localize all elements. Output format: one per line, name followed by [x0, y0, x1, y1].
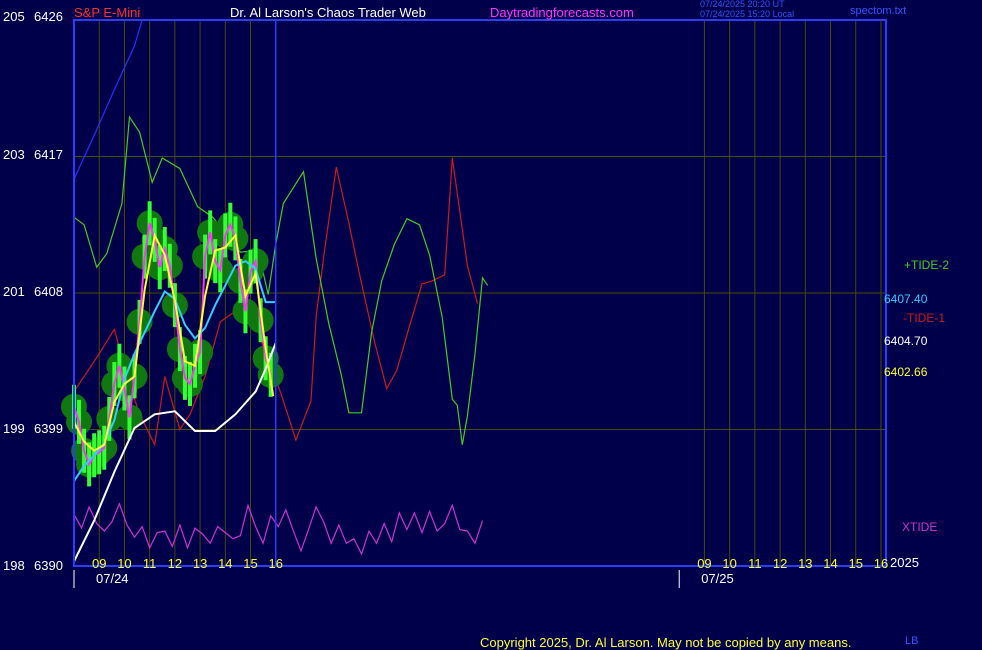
axis-label-deg-1: 203 — [3, 147, 25, 162]
chart-canvas: 09 10 11 12 13 14 15 16 09 10 11 12 13 14 15 16 07/24 07/… — [61, 19, 888, 588]
chart-series-layer — [61, 19, 489, 562]
x-tick-label-12: 13 — [798, 556, 812, 571]
legend-xtide: XTIDE — [902, 520, 938, 534]
instrument-title: S&P E-Mini — [74, 5, 141, 20]
price-label-ma-slow: 6404.70 — [884, 334, 928, 348]
x-tick-label-3: 12 — [168, 556, 182, 571]
date-label-0: 07/24 — [96, 571, 129, 586]
x-tick-label-5: 14 — [218, 556, 232, 571]
chart-grid — [74, 19, 886, 567]
date-label-1: 07/25 — [701, 571, 734, 586]
axis-label-deg-3: 199 — [3, 421, 25, 436]
axis-label-deg-2: 201 — [3, 284, 25, 299]
x-tick-label-0: 09 — [92, 556, 106, 571]
price-label-ma-mid: 6407.40 — [884, 292, 928, 306]
site-title: Dr. Al Larson's Chaos Trader Web — [230, 5, 426, 20]
legend-tide2: +TIDE-2 — [904, 258, 950, 272]
axis-label-price-4: 6390 — [34, 558, 63, 573]
x-axis-ticks: 09 10 11 12 13 14 15 16 09 10 11 12 13 14 15 16 07/24 07/… — [73, 556, 888, 588]
x-tick-label-9: 10 — [722, 556, 736, 571]
timestamp-local: 07/24/2025 15:20 Local — [700, 9, 795, 19]
axis-label-deg-0: 205 — [3, 9, 25, 24]
x-tick-label-6: 15 — [243, 556, 257, 571]
axis-label-price-3: 6399 — [34, 421, 63, 436]
author-initials: LB — [905, 635, 919, 647]
x-tick-label-1: 10 — [117, 556, 131, 571]
bollinger-upper-line — [73, 19, 143, 180]
axis-label-price-0: 6426 — [34, 9, 63, 24]
x-tick-label-10: 11 — [748, 556, 762, 571]
x-tick-label-2: 11 — [143, 556, 157, 571]
x-tick-label-7: 16 — [269, 556, 283, 571]
axis-label-deg-4: 198 — [3, 558, 25, 573]
data-file-name: spectom.txt — [850, 5, 907, 17]
x-tick-label-14: 15 — [849, 556, 863, 571]
xtide-line — [73, 502, 484, 556]
x-tick-label-4: 13 — [193, 556, 207, 571]
x-tick-label-8: 09 — [697, 556, 711, 571]
x-tick-label-11: 12 — [773, 556, 787, 571]
axis-label-price-2: 6408 — [34, 284, 63, 299]
timestamp-utc: 07/24/2025 20:20 UT — [700, 0, 785, 9]
site-url-link[interactable]: Daytradingforecasts.com — [490, 6, 634, 19]
year-label: 2025 — [890, 555, 919, 570]
x-tick-label-15: 16 — [874, 556, 888, 571]
legend-tide1: -TIDE-1 — [903, 311, 945, 325]
axis-label-price-1: 6417 — [34, 147, 63, 162]
x-tick-label-13: 14 — [823, 556, 837, 571]
copyright-notice: Copyright 2025, Dr. Al Larson. May not b… — [480, 635, 852, 650]
price-label-ma-fast: 6402.66 — [884, 365, 928, 379]
